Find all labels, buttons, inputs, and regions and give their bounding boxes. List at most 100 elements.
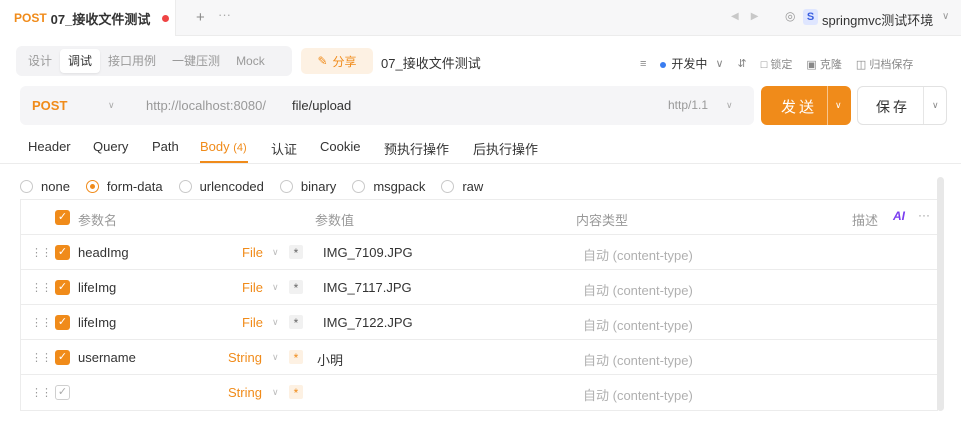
save-button[interactable]: 保存 ∨ [857, 86, 947, 125]
radio-circle[interactable] [441, 179, 455, 193]
mode-stress[interactable]: 一键压测 [164, 49, 228, 73]
tab-query[interactable]: Query [93, 139, 128, 154]
param-content-type[interactable]: 自动 (content-type) [583, 315, 693, 334]
chevron-down-icon[interactable]: ∨ [942, 11, 949, 22]
param-type[interactable]: File [242, 315, 263, 330]
param-type[interactable]: File [242, 245, 263, 260]
required-toggle-icon[interactable]: * [289, 385, 303, 400]
method-select[interactable]: POST [32, 98, 67, 113]
param-value[interactable]: IMG_7117.JPG [323, 280, 412, 295]
row-checkbox[interactable]: ✓ [55, 315, 70, 330]
param-content-type[interactable]: 自动 (content-type) [583, 245, 693, 264]
more-icon[interactable]: ··· [918, 208, 930, 222]
lock-button[interactable]: □ 锁定 [761, 56, 793, 72]
required-toggle-icon[interactable]: * [289, 280, 303, 295]
radio-none[interactable]: none [20, 179, 70, 194]
chevron-down-icon[interactable]: ∨ [835, 100, 842, 111]
request-tab[interactable]: POST 07_接收文件测试 [0, 0, 176, 36]
param-name[interactable]: lifeImg [78, 315, 116, 330]
scrollbar[interactable] [937, 177, 944, 411]
clone-button[interactable]: ▣ 克隆 [806, 56, 841, 72]
row-checkbox[interactable]: ✓ [55, 350, 70, 365]
required-toggle-icon[interactable]: * [289, 350, 303, 365]
sort-icon[interactable]: ⇵ [738, 57, 747, 70]
tab-nav-arrows-icon[interactable]: ◀▶ [731, 11, 770, 22]
radio-label: none [41, 178, 70, 194]
mode-cases[interactable]: 接口用例 [100, 49, 164, 73]
clone-label: 克隆 [819, 58, 842, 71]
drag-handle-icon[interactable]: ⋮⋮ [31, 351, 52, 364]
chevron-down-icon[interactable]: ∨ [272, 247, 279, 258]
new-tab-button[interactable]: + [196, 9, 205, 26]
archive-button[interactable]: ◫ 归档保存 [856, 56, 913, 72]
radio-msgpack[interactable]: msgpack [352, 179, 425, 194]
radio-circle-checked[interactable] [85, 179, 99, 193]
table-row: ⋮⋮ ✓ lifeImg File ∨ * IMG_7117.JPG 自动 (c… [21, 270, 939, 305]
tab-pre-script[interactable]: 预执行操作 [384, 139, 449, 158]
param-value[interactable]: 小明 [317, 350, 343, 369]
param-content-type[interactable]: 自动 (content-type) [583, 350, 693, 369]
chevron-down-icon[interactable]: ∨ [715, 57, 723, 70]
param-type[interactable]: String [228, 385, 262, 400]
more-tabs-button[interactable]: ··· [218, 7, 231, 22]
drag-handle-icon[interactable]: ⋮⋮ [31, 316, 52, 329]
status-select[interactable]: 开发中 [660, 55, 707, 72]
tab-body[interactable]: Body (4) [200, 139, 247, 154]
drag-handle-icon[interactable]: ⋮⋮ [31, 386, 52, 399]
format-icon[interactable]: ≡ [640, 58, 646, 70]
radio-circle[interactable] [279, 179, 293, 193]
tab-auth[interactable]: 认证 [271, 139, 297, 158]
param-name[interactable]: headImg [78, 245, 129, 260]
api-name-input[interactable]: 07_接收文件测试 [381, 53, 481, 72]
required-toggle-icon[interactable]: * [289, 315, 303, 330]
radio-circle[interactable] [352, 179, 366, 193]
param-name[interactable]: username [78, 350, 136, 365]
chevron-down-icon[interactable]: ∨ [272, 387, 279, 398]
chevron-down-icon[interactable]: ∨ [726, 100, 733, 111]
param-content-type[interactable]: 自动 (content-type) [583, 385, 693, 404]
radio-label: form-data [106, 178, 163, 194]
row-checkbox[interactable]: ✓ [55, 280, 70, 295]
chevron-down-icon[interactable]: ∨ [272, 352, 279, 363]
tab-cookie[interactable]: Cookie [320, 139, 360, 154]
ai-button[interactable]: AI [893, 209, 905, 223]
radio-circle[interactable] [178, 179, 192, 193]
row-checkbox[interactable]: ✓ [55, 245, 70, 260]
radio-raw[interactable]: raw [441, 179, 483, 194]
drag-handle-icon[interactable]: ⋮⋮ [31, 281, 52, 294]
env-selector[interactable]: springmvc测试环境 [822, 10, 933, 29]
radio-circle[interactable] [20, 179, 33, 193]
chevron-down-icon[interactable]: ∨ [272, 317, 279, 328]
param-value[interactable]: IMG_7109.JPG [323, 245, 413, 260]
radio-form-data[interactable]: form-data [85, 178, 163, 194]
radio-urlencoded[interactable]: urlencoded [178, 179, 264, 194]
chevron-down-icon[interactable]: ∨ [272, 282, 279, 293]
send-button[interactable]: 发送 ∨ [761, 86, 851, 125]
table-row: ⋮⋮ ✓ headImg File ∨ * IMG_7109.JPG 自动 (c… [21, 235, 939, 270]
env-settings-icon[interactable]: ◎ [785, 9, 795, 23]
select-all-checkbox[interactable]: ✓ [55, 210, 70, 225]
col-name: 参数名 [78, 213, 118, 228]
share-button[interactable]: ✎ 分享 [301, 48, 373, 74]
mode-debug[interactable]: 调试 [60, 49, 101, 73]
mode-design[interactable]: 设计 [20, 49, 60, 73]
param-name[interactable]: lifeImg [78, 280, 116, 295]
drag-handle-icon[interactable]: ⋮⋮ [31, 246, 52, 259]
chevron-down-icon[interactable]: ∨ [932, 100, 939, 111]
param-type[interactable]: File [242, 280, 263, 295]
radio-binary[interactable]: binary [279, 179, 336, 194]
row-checkbox[interactable]: ✓ [55, 385, 70, 400]
protocol-select[interactable]: http/1.1 [668, 98, 708, 112]
api-tools: ≡ 开发中 ∨ ⇵ □ 锁定 ▣ 克隆 ◫ 归档保存 [640, 55, 927, 72]
chevron-down-icon[interactable]: ∨ [108, 100, 115, 111]
required-toggle-icon[interactable]: * [289, 245, 303, 260]
tab-post-script[interactable]: 后执行操作 [473, 139, 538, 158]
tab-path[interactable]: Path [152, 139, 179, 154]
url-path-input[interactable]: file/upload [292, 98, 351, 113]
mode-mock[interactable]: Mock [228, 49, 273, 73]
col-content-type: 内容类型 [576, 213, 629, 228]
param-value[interactable]: IMG_7122.JPG [323, 315, 413, 330]
param-type[interactable]: String [228, 350, 262, 365]
tab-header[interactable]: Header [28, 139, 71, 154]
param-content-type[interactable]: 自动 (content-type) [583, 280, 693, 299]
